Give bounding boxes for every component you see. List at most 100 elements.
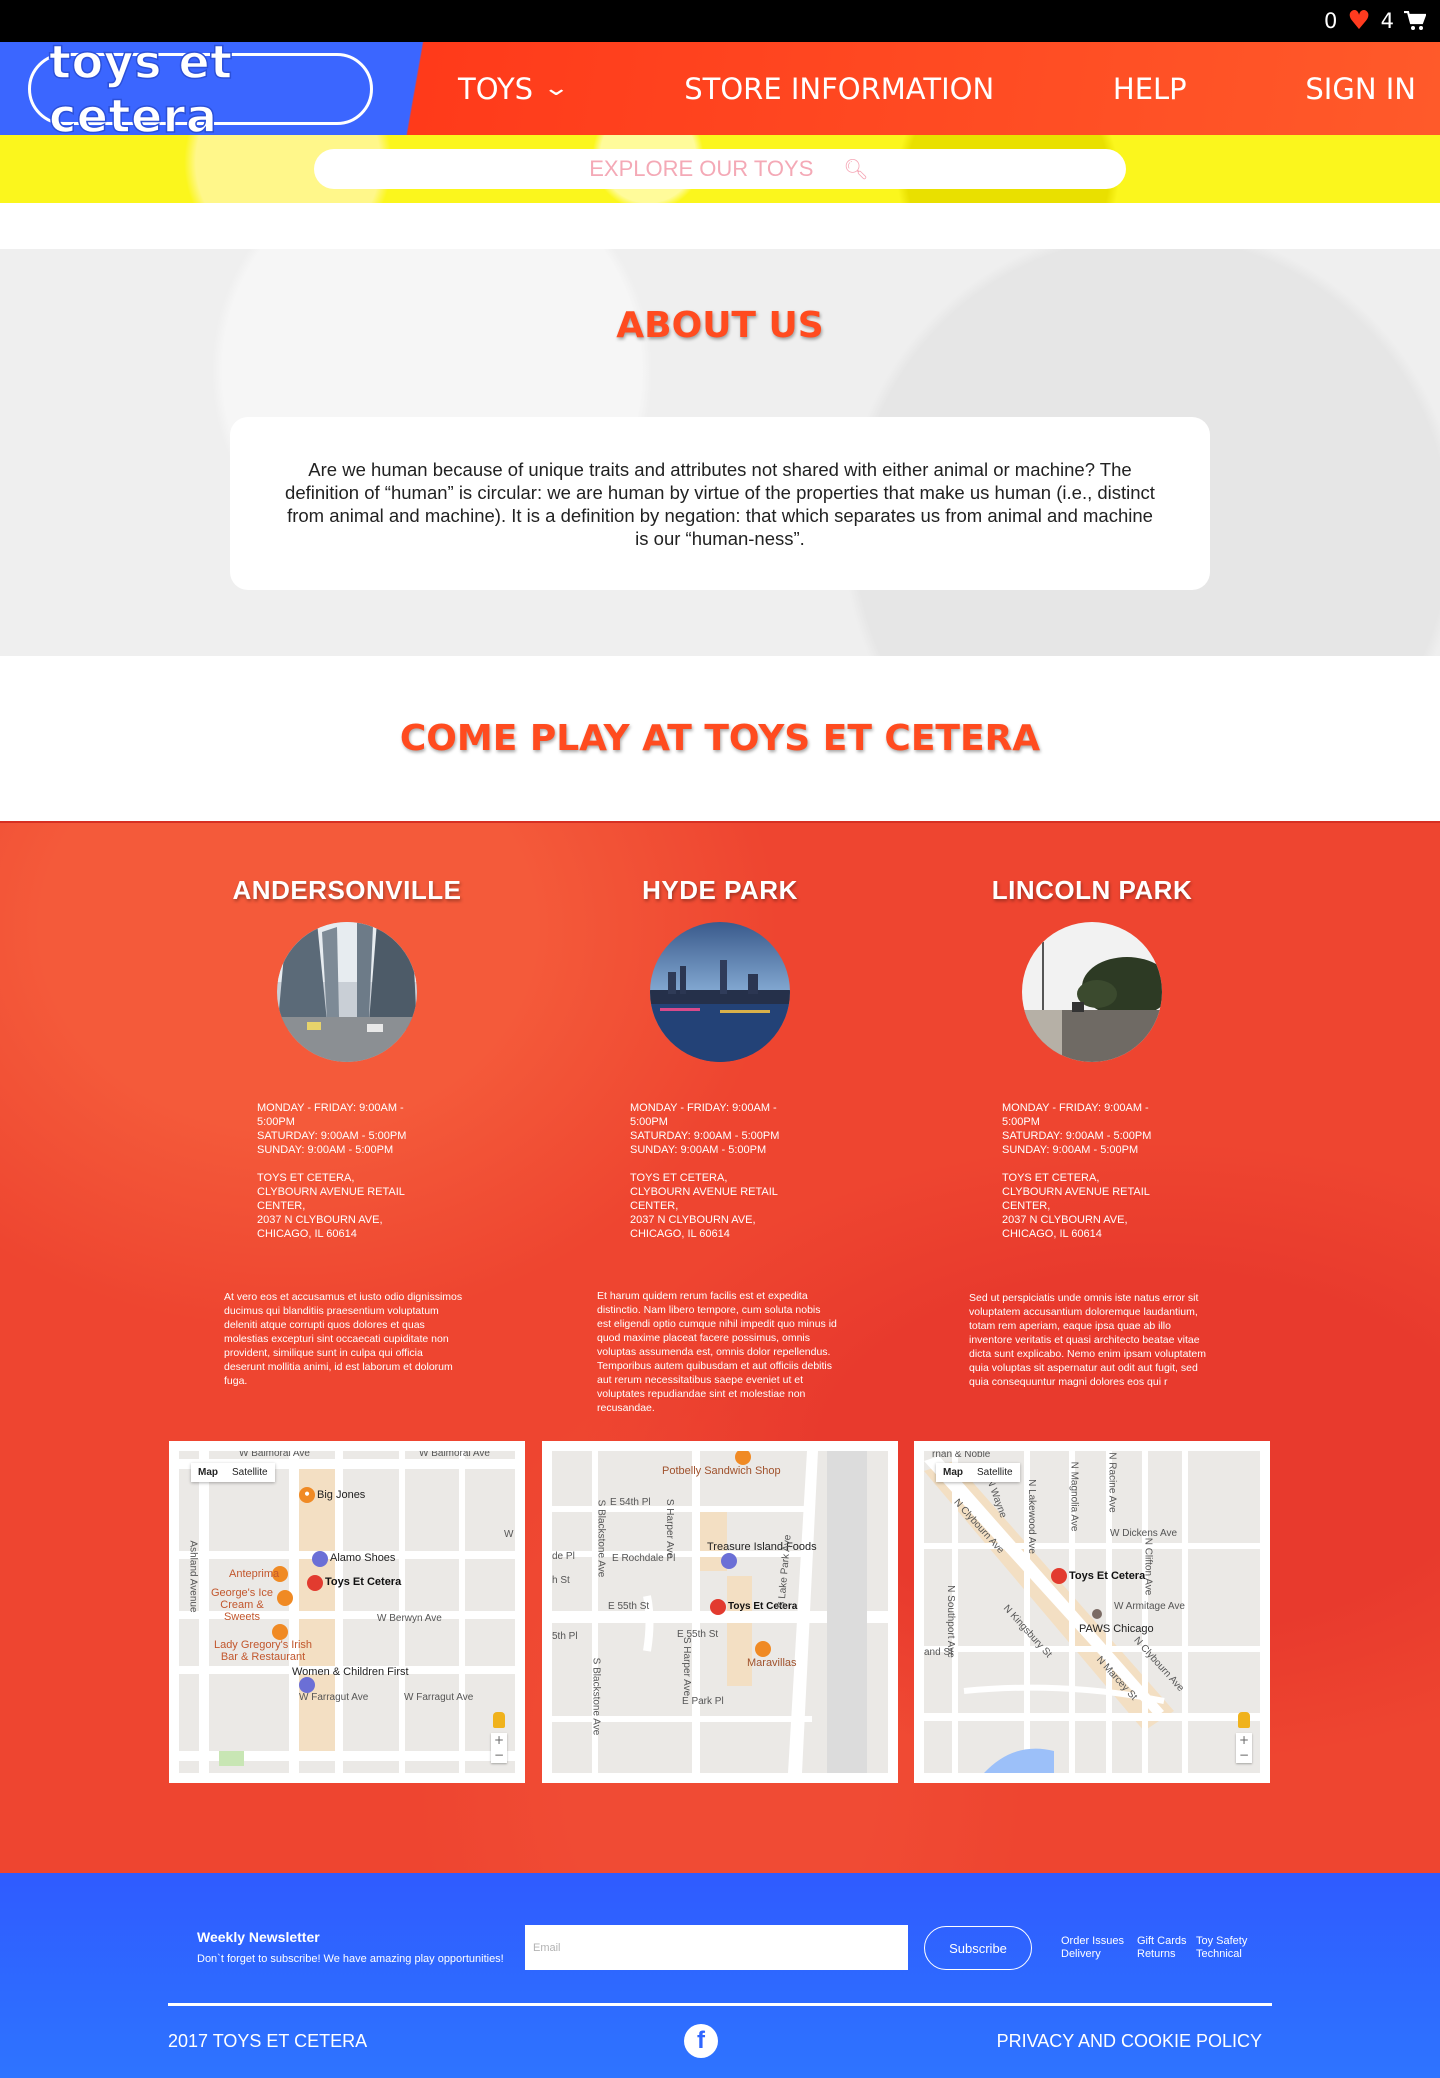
email-field[interactable] [525,1925,908,1970]
store-map[interactable]: Map Satellite N Clybourn Ave N Wayne N L… [914,1441,1270,1783]
map-street-label: de Pl [552,1551,575,1562]
nav-store-information[interactable]: STORE INFORMATION [684,72,994,106]
address-line: 2037 N CLYBOURN AVE, [257,1214,383,1226]
footer-link-returns[interactable]: Returns [1137,1948,1196,1960]
copyright: 2017 TOYS ET CETERA [168,2031,368,2051]
map-street-label: E 54th Pl [610,1497,651,1508]
store-pin-icon[interactable] [710,1599,726,1615]
store-map[interactable]: Potbelly Sandwich Shop E 54th Pl Treasur… [542,1441,898,1783]
about-title: ABOUT US [616,305,824,346]
street-view-pegman-icon[interactable] [493,1712,505,1728]
restaurant-pin-icon[interactable] [277,1590,293,1606]
map-canvas[interactable]: Map Satellite W Balmoral Ave W Balmoral … [179,1451,515,1773]
map-street-label: W Berwyn Ave [377,1613,442,1624]
main-nav: TOYS ⌄ STORE INFORMATION HELP SIGN IN [420,42,1440,135]
map-canvas[interactable]: Map Satellite N Clybourn Ave N Wayne N L… [924,1451,1260,1773]
address-line: CHICAGO, IL 60614 [257,1228,357,1240]
about-body: Are we human because of unique traits an… [285,458,1155,549]
map-street-label: W S [504,1529,515,1540]
map-poi-label: Potbelly Sandwich Shop [662,1465,781,1477]
address-line: CHICAGO, IL 60614 [1002,1228,1102,1240]
address-line: 2037 N CLYBOURN AVE, [630,1214,756,1226]
heart-icon[interactable]: ♥ [1347,8,1370,34]
map-type-tabs: Map Satellite [936,1463,1020,1482]
nav-help[interactable]: HELP [1113,72,1187,106]
hours-saturday: SATURDAY: 9:00AM - 5:00PM [257,1130,407,1142]
map-tab-map[interactable]: Map [936,1463,970,1482]
map-street-label: and St [924,1647,953,1658]
footer-link-delivery[interactable]: Delivery [1061,1948,1137,1960]
map-tab-satellite[interactable]: Satellite [970,1463,1020,1482]
map-street-label: rnan & Noble [932,1451,991,1460]
nav-toys-label: TOYS [458,71,534,106]
zoom-out-button[interactable]: − [491,1748,507,1763]
zoom-in-button[interactable]: + [491,1733,507,1748]
footer-links: Order Issues Gift Cards Toy Safety Deliv… [1061,1935,1256,1960]
map-street-label: W Armitage Ave [1114,1601,1185,1612]
store-address: TOYS ET CETERA, CLYBOURN AVENUE RETAIL C… [257,1171,427,1241]
newsletter-title: Weekly Newsletter [197,1929,320,1945]
street-view-pegman-icon[interactable] [1238,1712,1250,1728]
map-poi-label: Women & Children First [292,1666,409,1678]
map-street-label: W Farragut Ave [404,1692,474,1703]
store-photo [1022,922,1162,1062]
store-pin-icon[interactable] [1051,1568,1067,1584]
hours-saturday: SATURDAY: 9:00AM - 5:00PM [1002,1130,1152,1142]
map-tab-map[interactable]: Map [191,1463,225,1482]
map-street-label: W Balmoral Ave [419,1451,490,1459]
search-input[interactable] [571,156,832,182]
map-canvas[interactable]: Potbelly Sandwich Shop E 54th Pl Treasur… [552,1451,888,1773]
logo-container: toys et cetera [0,34,420,143]
privacy-policy-link[interactable]: PRIVACY AND COOKIE POLICY [997,2031,1262,2052]
come-play-section: COME PLAY AT TOYS ET CETERA [0,656,1440,821]
search-icon[interactable]: 🔍︎ [843,157,868,181]
chevron-down-icon: ⌄ [542,76,571,101]
store-map[interactable]: Map Satellite W Balmoral Ave W Balmoral … [169,1441,525,1783]
footer-link-technical[interactable]: Technical [1196,1948,1256,1960]
nav-sign-in[interactable]: SIGN IN [1305,72,1416,106]
hours-sunday: SUNDAY: 9:00AM - 5:00PM [257,1144,394,1156]
map-street-label: h St [552,1575,570,1586]
footer-link-order-issues[interactable]: Order Issues [1061,1935,1137,1947]
store-name: LINCOLN PARK [991,875,1193,905]
cart-icon[interactable] [1404,11,1426,31]
map-tab-satellite[interactable]: Satellite [225,1463,275,1482]
shopping-pin-icon[interactable] [312,1551,328,1567]
restaurant-pin-icon[interactable] [755,1641,771,1657]
store-hours: MONDAY - FRIDAY: 9:00AM - 5:00PM SATURDA… [630,1101,800,1241]
hours-weekday: MONDAY - FRIDAY: 9:00AM - 5:00PM [257,1102,404,1128]
map-street-label: N Racine Ave [1106,1452,1118,1513]
facebook-icon[interactable]: f [684,2024,718,2058]
footer-divider [168,2003,1272,2006]
map-street-label: S Harper Ave [664,1498,676,1559]
footer-link-toy-safety[interactable]: Toy Safety [1196,1935,1256,1947]
store-description: Sed ut perspiciatis unde omnis iste natu… [969,1292,1206,1388]
map-street-label: E 55th St [608,1601,650,1612]
map-poi-label: Big Jones [317,1489,366,1501]
nav-toys[interactable]: TOYS ⌄ [458,71,570,106]
place-pin-icon[interactable] [1092,1609,1102,1619]
footer-link-gift-cards[interactable]: Gift Cards [1137,1935,1196,1947]
stores-section: ANDERSONVILLE MONDAY - FRIDAY: 9:00AM - … [0,821,1440,1873]
store-name: ANDERSONVILLE [232,875,462,905]
shopping-pin-icon[interactable] [299,1677,315,1693]
wishlist-count: 0 [1323,9,1338,33]
address-line: TOYS ET CETERA, [1002,1172,1100,1184]
address-line: CLYBOURN AVENUE RETAIL CENTER, [630,1186,778,1212]
zoom-in-button[interactable]: + [1236,1733,1252,1748]
restaurant-pin-icon[interactable] [272,1624,288,1640]
address-line: CHICAGO, IL 60614 [630,1228,730,1240]
subscribe-button[interactable]: Subscribe [924,1926,1032,1970]
store-description: Et harum quidem rerum facilis est et exp… [597,1290,837,1414]
nav-sign-in-label: SIGN IN [1305,71,1416,106]
restaurant-pin-icon[interactable]: ⚫ [299,1487,315,1503]
shopping-pin-icon[interactable] [721,1553,737,1569]
zoom-out-button[interactable]: − [1236,1748,1252,1763]
store-pin-icon[interactable] [307,1575,323,1591]
map-poi-label: Lady Gregory's Irish Bar & Restaurant [213,1639,313,1663]
store-address: TOYS ET CETERA, CLYBOURN AVENUE RETAIL C… [1002,1171,1172,1241]
store-hours: MONDAY - FRIDAY: 9:00AM - 5:00PM SATURDA… [1002,1101,1172,1241]
logo[interactable]: toys et cetera [28,34,373,143]
map-street-label: Ashland Avenue [187,1540,199,1613]
store-address: TOYS ET CETERA, CLYBOURN AVENUE RETAIL C… [630,1171,800,1241]
